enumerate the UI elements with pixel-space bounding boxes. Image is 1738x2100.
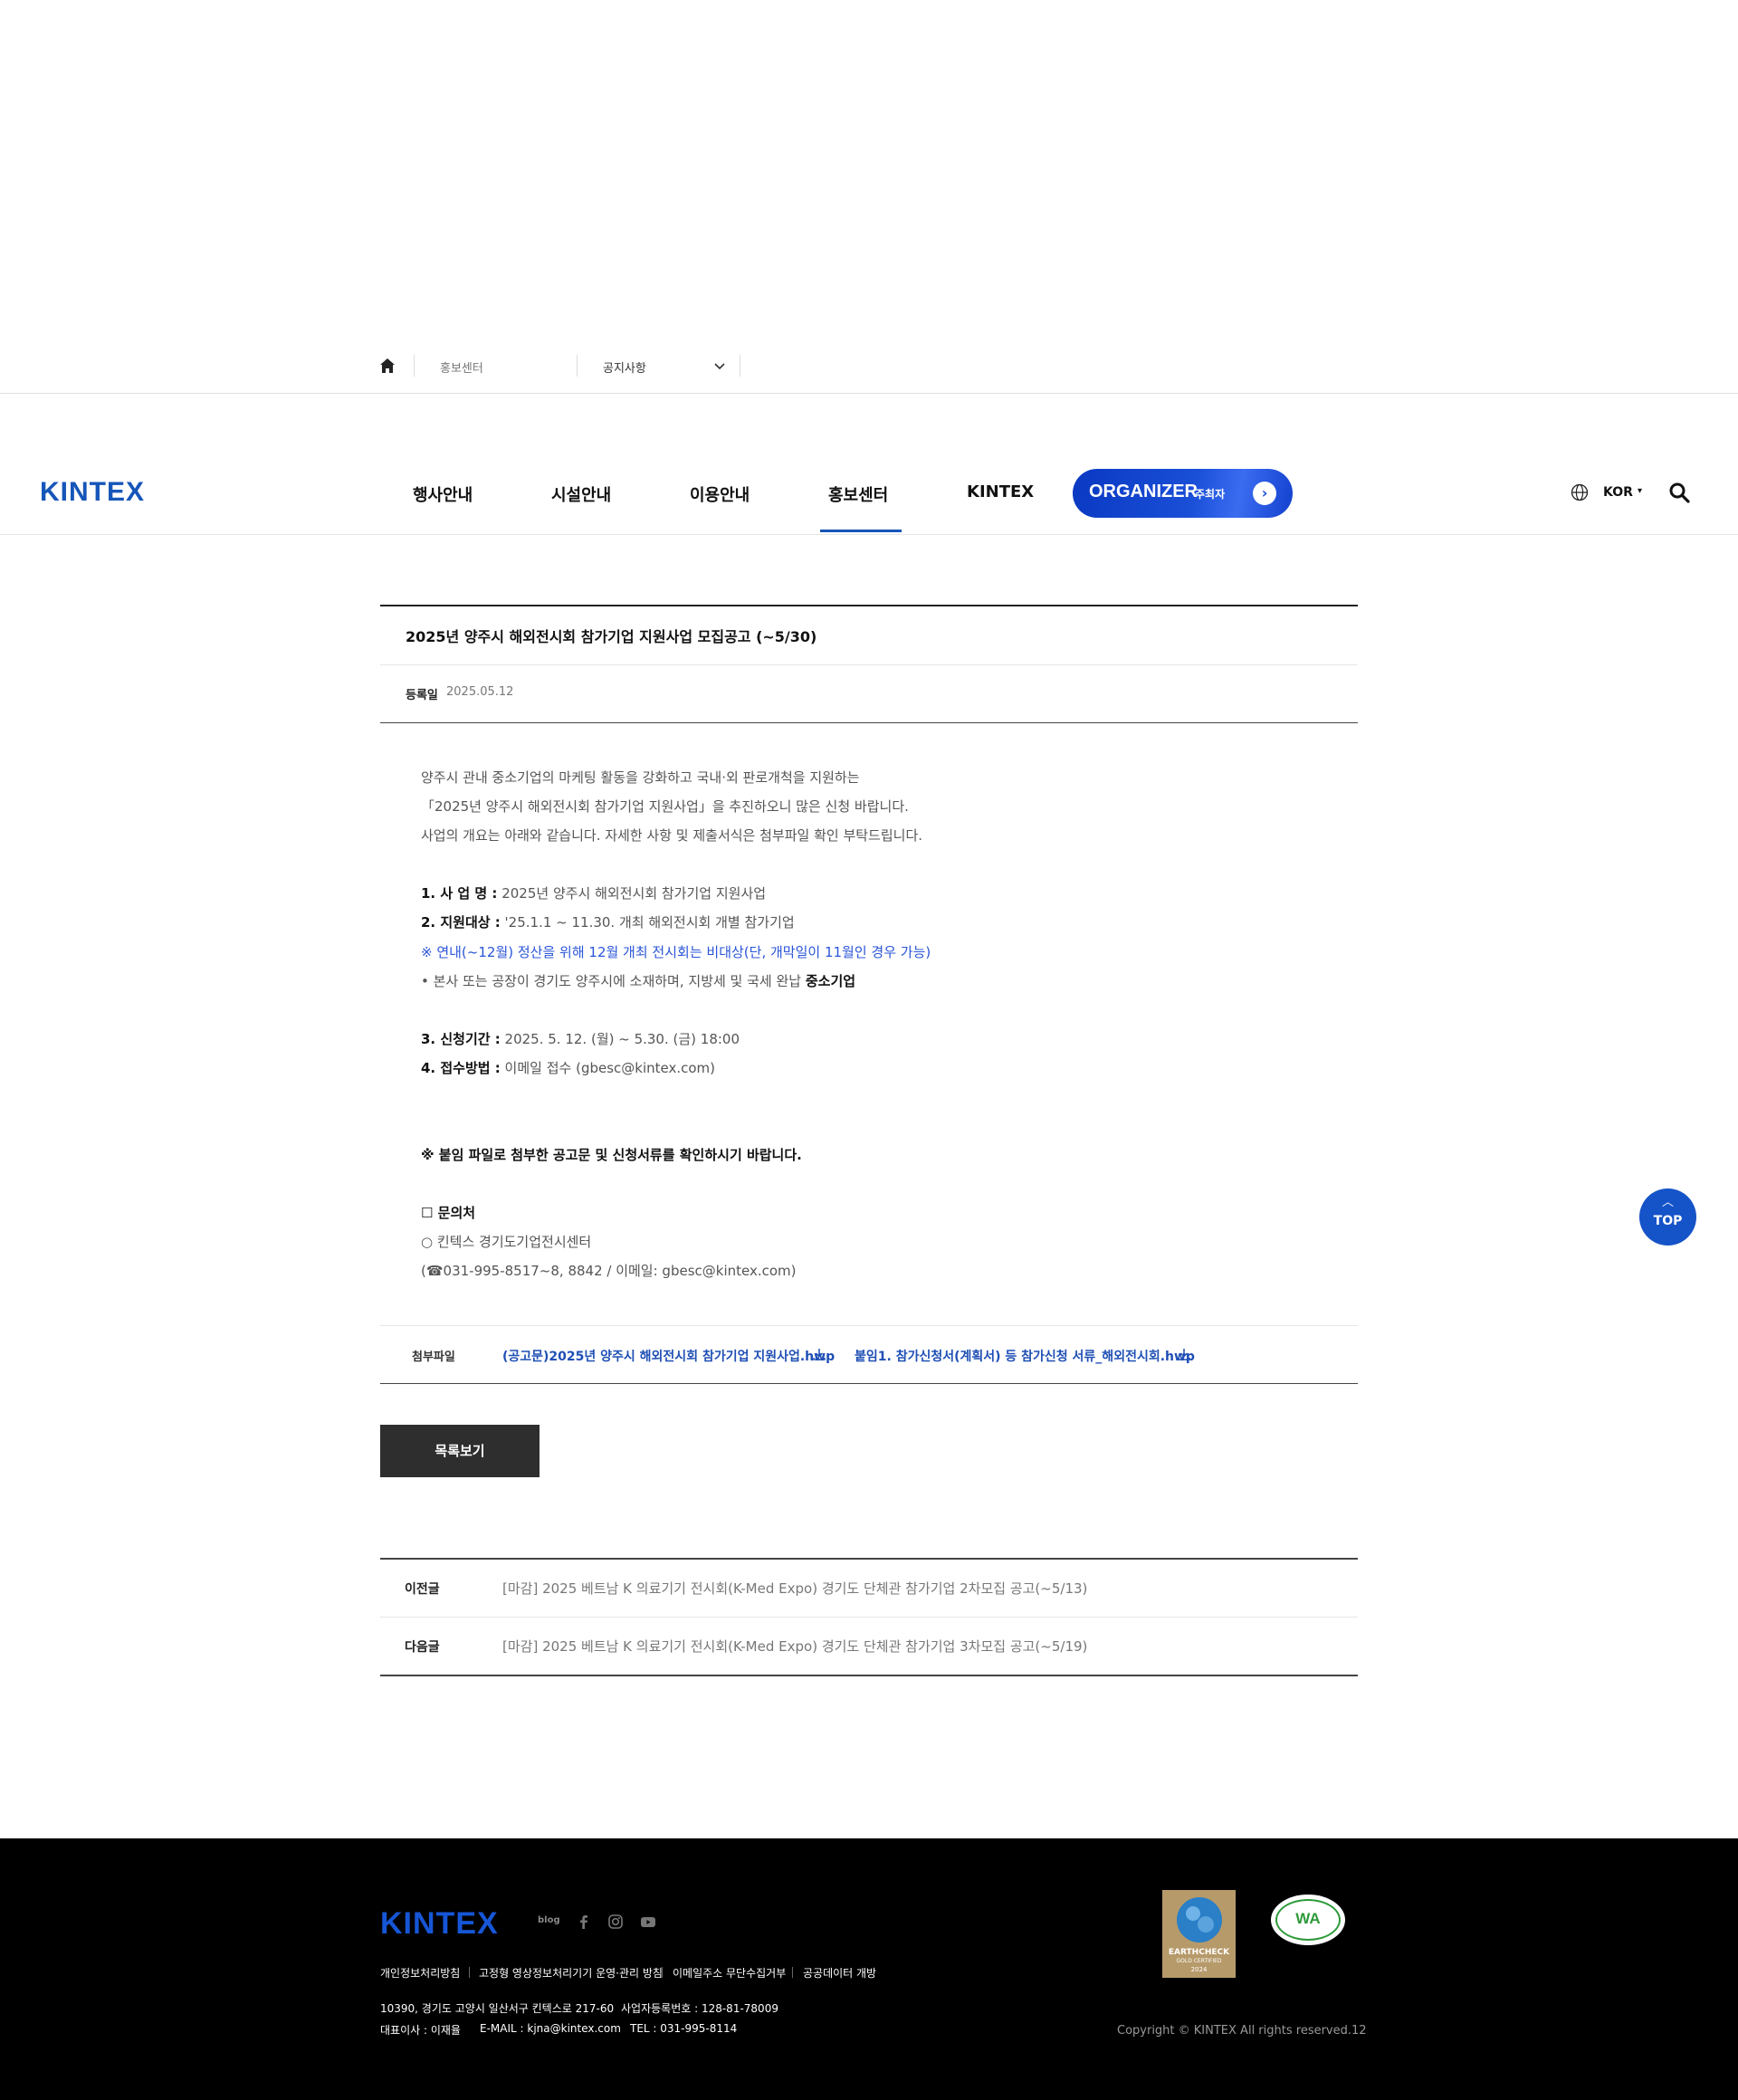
- note-blue: ※ 연내(~12월) 정산을 위해 12월 개최 전시회는 비대상(단, 개막일…: [421, 944, 931, 960]
- breadcrumb: [0, 344, 1738, 394]
- item-value: 2025년 양주시 해외전시회 참가기업 지원사업: [497, 885, 767, 902]
- facebook-icon[interactable]: [576, 1914, 592, 1930]
- breadcrumb-divider: [414, 355, 415, 377]
- divider: [380, 722, 1358, 723]
- item-method: 4. 접수방법 : 이메일 접수 (gbesc@kintex.com): [421, 1058, 715, 1077]
- caret-down-icon[interactable]: ▾: [1638, 486, 1642, 496]
- divider: [380, 1617, 1358, 1618]
- top-label: TOP: [1653, 1214, 1683, 1228]
- web-accessibility-badge: WA: [1271, 1895, 1345, 1945]
- nav-item-facilities[interactable]: 시설안내: [551, 482, 611, 506]
- item-value: 이메일 접수 (gbesc@kintex.com): [500, 1060, 716, 1076]
- nav-item-events[interactable]: 행사안내: [413, 482, 473, 506]
- article-top-border: [380, 605, 1358, 606]
- organizer-label: ORGANIZER: [1089, 482, 1198, 501]
- item-target: 2. 지원대상 : '25.1.1 ~ 11.30. 개최 해외전시회 개별 참…: [421, 912, 795, 931]
- item-label: 4. 접수방법 :: [421, 1060, 501, 1076]
- footer-divider: [792, 1967, 793, 1978]
- badge-text: GOLD CERTIFIED: [1176, 1958, 1222, 1964]
- youtube-icon[interactable]: [640, 1914, 656, 1930]
- footer-link-opendata[interactable]: 공공데이터 개방: [803, 1965, 876, 1981]
- attachment-label: 첨부파일: [412, 1351, 455, 1364]
- download-icon[interactable]: [812, 1347, 826, 1361]
- next-label: 다음글: [405, 1640, 440, 1655]
- divider: [380, 664, 1358, 665]
- badge-text: 2024: [1190, 1966, 1208, 1973]
- earth-globe-icon: [1177, 1897, 1222, 1942]
- item-bullet: • 본사 또는 공장이 경기도 양주시에 소재하며, 지방세 및 국세 완납 중…: [421, 971, 855, 990]
- footer-link-email[interactable]: 이메일주소 무단수집거부: [673, 1965, 786, 1981]
- footer-tel: TEL : 031-995-8114: [630, 2022, 738, 2035]
- footer-logo[interactable]: KINTEX: [380, 1906, 499, 1942]
- footer-ceo: 대표이사 : 이재율: [380, 2024, 461, 2037]
- prev-label: 이전글: [405, 1582, 440, 1597]
- copyright: Copyright © KINTEX All rights reserved.1…: [1117, 2024, 1367, 2038]
- divider: [380, 1558, 1358, 1560]
- breadcrumb-section[interactable]: 홍보센터: [440, 358, 483, 376]
- intro-line: 「2025년 양주시 해외전시회 참가기업 지원사업」을 추진하오니 많은 신청…: [421, 798, 909, 815]
- footer-link-privacy[interactable]: 개인정보처리방침: [380, 1965, 460, 1981]
- footer-divider: [469, 1967, 470, 1978]
- nav-item-pr-center[interactable]: 홍보센터: [828, 482, 888, 506]
- nav-active-indicator: [820, 530, 902, 532]
- divider: [380, 1383, 1358, 1384]
- date-value: 2025.05.12: [446, 685, 514, 699]
- language-selector[interactable]: KOR: [1603, 485, 1633, 500]
- divider: [380, 1675, 1358, 1676]
- attachment-file-link[interactable]: (공고문)2025년 양주시 해외전시회 참가기업 지원사업.hwp: [502, 1347, 835, 1365]
- item-label: 3. 신청기간 :: [421, 1031, 501, 1047]
- home-icon[interactable]: [378, 357, 396, 375]
- bullet-strong: 중소기업: [805, 973, 856, 989]
- breadcrumb-divider: [577, 355, 578, 377]
- divider: [380, 1325, 1358, 1326]
- search-icon[interactable]: [1668, 482, 1690, 503]
- article-title: 2025년 양주시 해외전시회 참가기업 지원사업 모집공고 (~5/30): [406, 628, 817, 645]
- attachment-notice: ※ 붙임 파일로 첨부한 공고문 및 신청서류를 확인하시기 바랍니다.: [421, 1147, 802, 1163]
- chevron-up-icon: ︿: [1661, 1196, 1674, 1209]
- item-label: 1. 사 업 명 :: [421, 885, 498, 902]
- chevron-right-icon: ›: [1253, 482, 1276, 505]
- footer-link-cctv[interactable]: 고정형 영상정보처리기기 운영·관리 방침: [479, 1965, 663, 1981]
- intro-line: 양주시 관내 중소기업의 마케팅 활동을 강화하고 국내·외 판로개척을 지원하…: [421, 769, 860, 786]
- badge-text: WA: [1295, 1910, 1321, 1927]
- list-button[interactable]: 목록보기: [380, 1425, 540, 1477]
- attachment-file-link[interactable]: 붙임1. 참가신청서(계획서) 등 참가신청 서류_해외전시회.hwp: [855, 1347, 1195, 1365]
- scroll-top-button[interactable]: ︿ TOP: [1639, 1188, 1696, 1246]
- badge-text: EARTHCHECK: [1168, 1948, 1230, 1957]
- contact-detail: (☎031-995-8517~8, 8842 / 이메일: gbesc@kint…: [421, 1263, 797, 1279]
- bullet-text: • 본사 또는 공장이 경기도 양주시에 소재하며, 지방세 및 국세 완납: [421, 973, 806, 989]
- download-icon[interactable]: [1177, 1347, 1191, 1361]
- organizer-button[interactable]: ORGANIZER 주최자 ›: [1073, 469, 1293, 518]
- chevron-down-icon[interactable]: [714, 362, 725, 371]
- next-post-link[interactable]: [마감] 2025 베트남 K 의료기기 전시회(K-Med Expo) 경기도…: [502, 1637, 1087, 1656]
- footer-address: 10390, 경기도 고양시 일산서구 킨텍스로 217-60: [380, 2002, 615, 2015]
- footer-divider: [662, 1967, 663, 1978]
- blog-link[interactable]: blog: [538, 1915, 560, 1925]
- prev-post-link[interactable]: [마감] 2025 베트남 K 의료기기 전시회(K-Med Expo) 경기도…: [502, 1579, 1087, 1598]
- organizer-sub-label: 주최자: [1195, 488, 1226, 501]
- item-label: 2. 지원대상 :: [421, 914, 501, 931]
- date-label: 등록일: [406, 689, 438, 702]
- item-value: '25.1.1 ~ 11.30. 개최 해외전시회 개별 참가기업: [500, 914, 795, 931]
- globe-icon[interactable]: [1571, 483, 1589, 501]
- footer-biz-no: 사업자등록번호 : 128-81-78009: [621, 2002, 778, 2015]
- nav-item-usage[interactable]: 이용안내: [690, 482, 750, 506]
- item-project-name: 1. 사 업 명 : 2025년 양주시 해외전시회 참가기업 지원사업: [421, 883, 766, 902]
- intro-line: 사업의 개요는 아래와 같습니다. 자세한 사항 및 제출서식은 첨부파일 확인…: [421, 827, 923, 844]
- site-logo[interactable]: KINTEX: [40, 477, 145, 508]
- item-value: 2025. 5. 12. (월) ~ 5.30. (금) 18:00: [500, 1031, 740, 1047]
- nav-item-kintex[interactable]: KINTEX: [967, 482, 1034, 501]
- breadcrumb-current[interactable]: 공지사항: [603, 358, 646, 376]
- contact-title: ☐ 문의처: [421, 1205, 476, 1221]
- header-divider: [0, 534, 1738, 535]
- contact-org: ○ 킨텍스 경기도기업전시센터: [421, 1234, 592, 1250]
- instagram-icon[interactable]: [607, 1914, 624, 1930]
- footer-email: E-MAIL : kjna@kintex.com: [480, 2022, 621, 2035]
- earthcheck-badge: EARTHCHECK GOLD CERTIFIED 2024: [1162, 1890, 1236, 1978]
- item-period: 3. 신청기간 : 2025. 5. 12. (월) ~ 5.30. (금) 1…: [421, 1029, 740, 1048]
